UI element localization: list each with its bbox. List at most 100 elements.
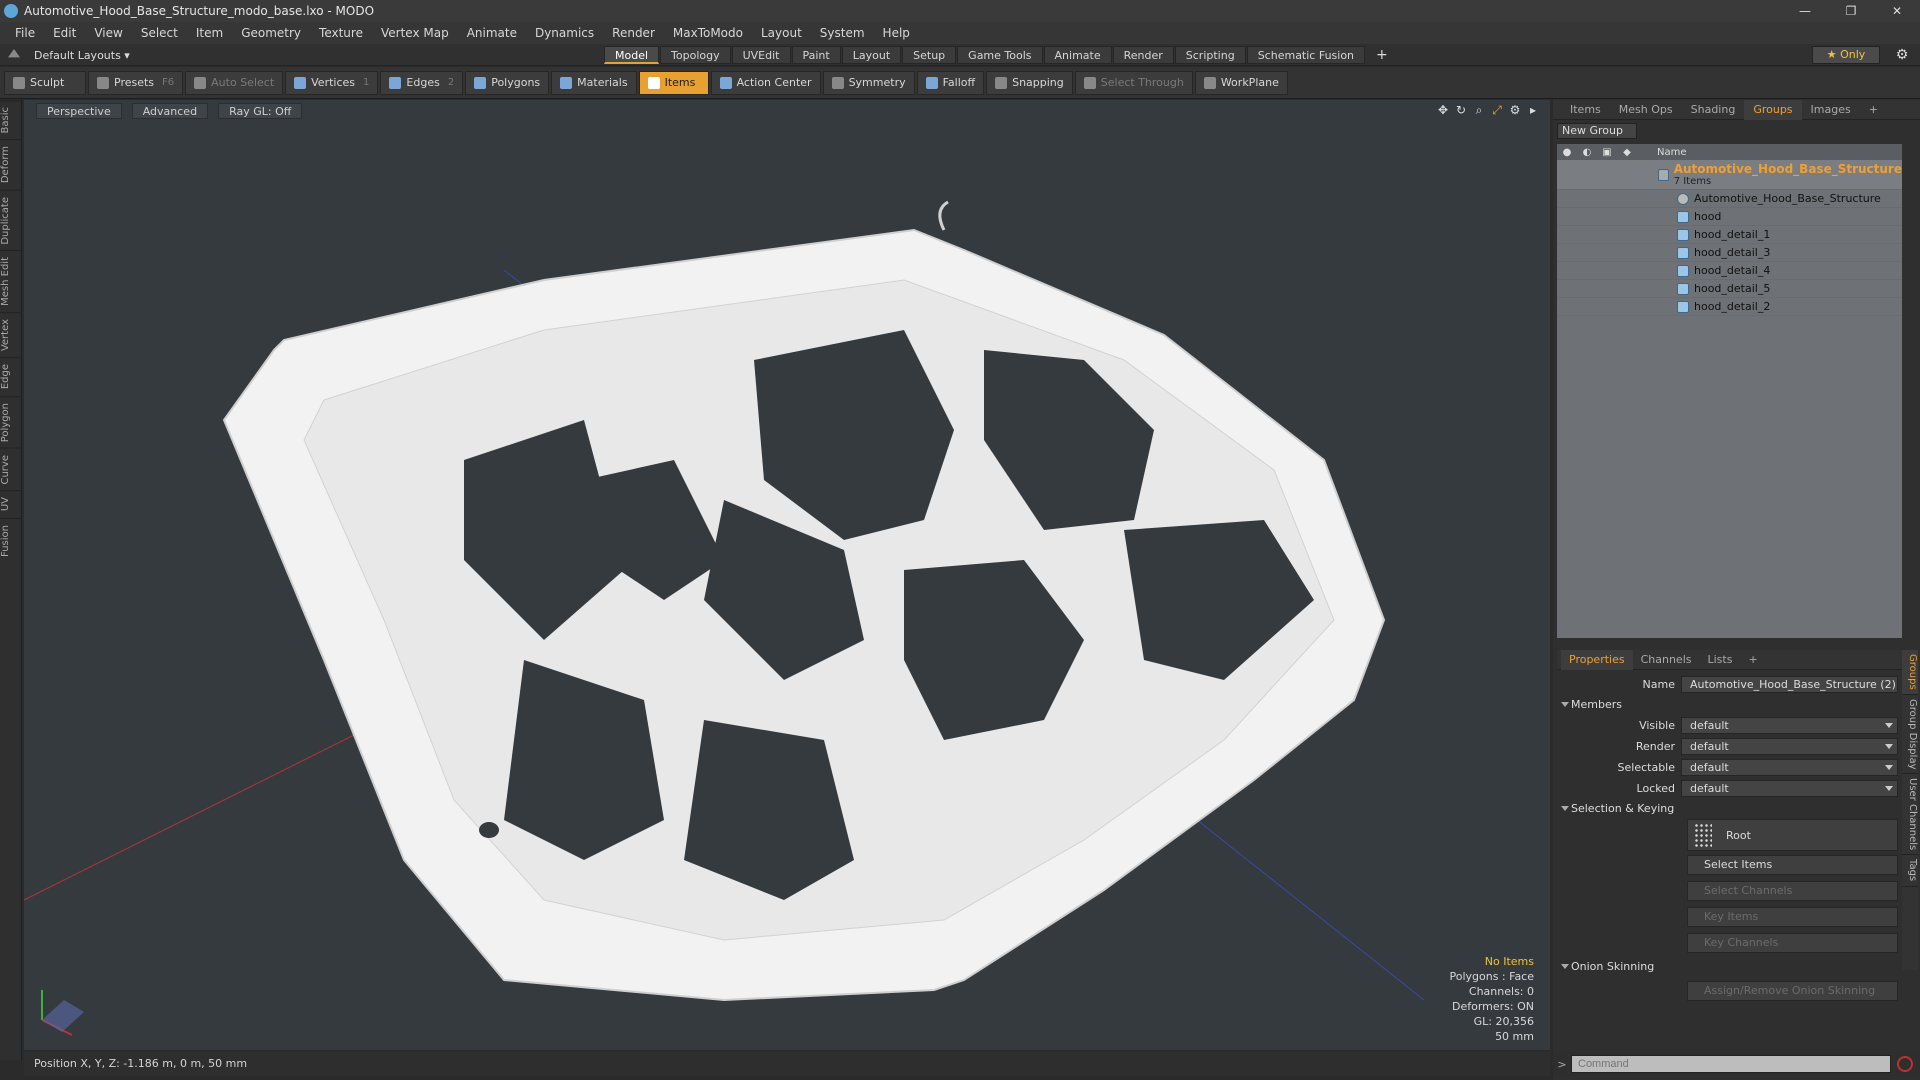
close-button[interactable]: ✕ [1874, 0, 1920, 22]
menu-system[interactable]: System [811, 26, 874, 40]
tab-properties[interactable]: Properties [1561, 649, 1633, 670]
left-tab-polygon[interactable]: Polygon [0, 395, 22, 448]
left-tab-mesh-edit[interactable]: Mesh Edit [0, 250, 22, 313]
menu-select[interactable]: Select [132, 26, 187, 40]
left-tab-vertex[interactable]: Vertex [0, 312, 22, 358]
left-tab-uv[interactable]: UV [0, 490, 22, 518]
raygl-button[interactable]: Ray GL: Off [218, 103, 303, 119]
new-group-button[interactable]: New Group [1557, 123, 1637, 139]
left-tab-fusion[interactable]: Fusion [0, 517, 22, 563]
tab-setup[interactable]: Setup [902, 46, 957, 64]
items-button[interactable]: Items [638, 70, 709, 95]
eye-icon[interactable]: ● [1557, 147, 1577, 158]
tab-layout[interactable]: Layout [841, 46, 902, 64]
layouts-dropdown[interactable]: Default Layouts ▾ [8, 46, 130, 64]
menu-geometry[interactable]: Geometry [232, 26, 310, 40]
tab-paint[interactable]: Paint [791, 46, 841, 64]
command-input[interactable] [1571, 1055, 1891, 1073]
workplane-button[interactable]: WorkPlane [1194, 70, 1288, 95]
tab-uvedit[interactable]: UVEdit [731, 46, 791, 64]
render-dropdown[interactable]: default [1681, 738, 1898, 755]
tab-shading[interactable]: Shading [1682, 100, 1745, 120]
menu-dynamics[interactable]: Dynamics [526, 26, 603, 40]
viewport-gear-icon[interactable]: ⚙ [1506, 103, 1524, 118]
maximize-button[interactable]: ❐ [1828, 0, 1874, 22]
presets-button[interactable]: Presets F6 [88, 70, 184, 95]
chevron-right-icon[interactable]: > [1553, 1058, 1571, 1071]
add-tab-button[interactable]: + [1366, 46, 1398, 64]
tab-mesh-ops[interactable]: Mesh Ops [1610, 100, 1682, 120]
visible-dropdown[interactable]: default [1681, 717, 1898, 734]
render-icon[interactable]: ◐ [1577, 147, 1597, 158]
tab-items[interactable]: Items [1561, 100, 1610, 120]
tree-row[interactable]: hood [1557, 208, 1902, 226]
key-items-button[interactable]: Key Items [1687, 907, 1898, 927]
lock-icon[interactable]: ▣ [1597, 147, 1617, 158]
side-tab-groups[interactable]: Groups [1902, 650, 1918, 695]
group-row[interactable]: Automotive_Hood_Base_Structure 7 Items [1557, 160, 1902, 190]
minimize-button[interactable]: — [1782, 0, 1828, 22]
add-panel-tab-button[interactable]: + [1860, 100, 1887, 120]
fit-icon[interactable]: ⤢ [1488, 103, 1506, 118]
tab-images[interactable]: Images [1802, 100, 1860, 120]
menu-edit[interactable]: Edit [44, 26, 85, 40]
menu-file[interactable]: File [6, 26, 44, 40]
name-field[interactable]: Automotive_Hood_Base_Structure (2) [1681, 676, 1898, 693]
menu-layout[interactable]: Layout [752, 26, 811, 40]
side-tab-user-channels[interactable]: User Channels [1902, 774, 1918, 856]
tree-row[interactable]: hood_detail_5 [1557, 280, 1902, 298]
edges-button[interactable]: Edges 2 [380, 70, 464, 95]
select-channels-button[interactable]: Select Channels [1687, 881, 1898, 901]
tree-row[interactable]: hood_detail_3 [1557, 244, 1902, 262]
left-tab-curve[interactable]: Curve [0, 447, 22, 491]
tab-groups[interactable]: Groups [1744, 99, 1802, 120]
menu-render[interactable]: Render [603, 26, 664, 40]
select-through-button[interactable]: Select Through [1074, 70, 1193, 95]
menu-maxtomodo[interactable]: MaxToModo [664, 26, 752, 40]
tab-scripting[interactable]: Scripting [1174, 46, 1246, 64]
pan-icon[interactable]: ✥ [1434, 103, 1452, 118]
selectable-dropdown[interactable]: default [1681, 759, 1898, 776]
left-tab-basic[interactable]: Basic [0, 100, 22, 140]
symmetry-button[interactable]: Symmetry [822, 70, 915, 95]
side-tab-group-display[interactable]: Group Display [1902, 695, 1918, 775]
key-channels-button[interactable]: Key Channels [1687, 933, 1898, 953]
stop-icon[interactable] [1897, 1056, 1913, 1072]
menu-vertex-map[interactable]: Vertex Map [372, 26, 458, 40]
menu-item[interactable]: Item [187, 26, 232, 40]
gear-icon[interactable]: ⚙ [1894, 47, 1910, 63]
tab-schematic-fusion[interactable]: Schematic Fusion [1246, 46, 1366, 64]
left-tab-edge[interactable]: Edge [0, 357, 22, 396]
tab-lists[interactable]: Lists [1700, 650, 1741, 670]
viewport-expand-icon[interactable]: ▸ [1524, 103, 1542, 118]
tree-row[interactable]: hood_detail_2 [1557, 298, 1902, 316]
polygons-button[interactable]: Polygons [465, 70, 550, 95]
onion-skinning-section[interactable]: Onion Skinning [1557, 957, 1902, 977]
rotate-icon[interactable]: ↻ [1452, 103, 1470, 118]
menu-view[interactable]: View [85, 26, 131, 40]
tree-row[interactable]: hood_detail_1 [1557, 226, 1902, 244]
left-tab-deform[interactable]: Deform [0, 139, 22, 190]
only-button[interactable]: ★ Only [1812, 46, 1880, 64]
advanced-button[interactable]: Advanced [131, 103, 209, 119]
menu-help[interactable]: Help [874, 26, 919, 40]
menu-texture[interactable]: Texture [310, 26, 372, 40]
root-button[interactable]: Root [1687, 819, 1898, 851]
auto-select-button[interactable]: Auto Select [185, 70, 284, 95]
members-section[interactable]: Members [1557, 695, 1902, 715]
action-center-button[interactable]: Action Center [710, 70, 821, 95]
tab-channels[interactable]: Channels [1633, 650, 1700, 670]
selection-keying-section[interactable]: Selection & Keying [1557, 799, 1902, 819]
tree-row[interactable]: hood_detail_4 [1557, 262, 1902, 280]
sculpt-button[interactable]: Sculpt [4, 70, 86, 95]
materials-button[interactable]: Materials [551, 70, 637, 95]
tree-row[interactable]: Automotive_Hood_Base_Structure [1557, 190, 1902, 208]
assign-onion-button[interactable]: Assign/Remove Onion Skinning [1687, 981, 1898, 1001]
tab-game-tools[interactable]: Game Tools [957, 46, 1043, 64]
vertices-button[interactable]: Vertices 1 [285, 70, 379, 95]
select-items-button[interactable]: Select Items [1687, 855, 1898, 875]
perspective-button[interactable]: Perspective [36, 103, 122, 119]
zoom-icon[interactable]: ⌕ [1470, 103, 1488, 118]
3d-viewport[interactable]: Perspective Advanced Ray GL: Off ✥ ↻ ⌕ ⤢… [24, 100, 1550, 1050]
add-properties-tab-button[interactable]: + [1740, 650, 1765, 670]
